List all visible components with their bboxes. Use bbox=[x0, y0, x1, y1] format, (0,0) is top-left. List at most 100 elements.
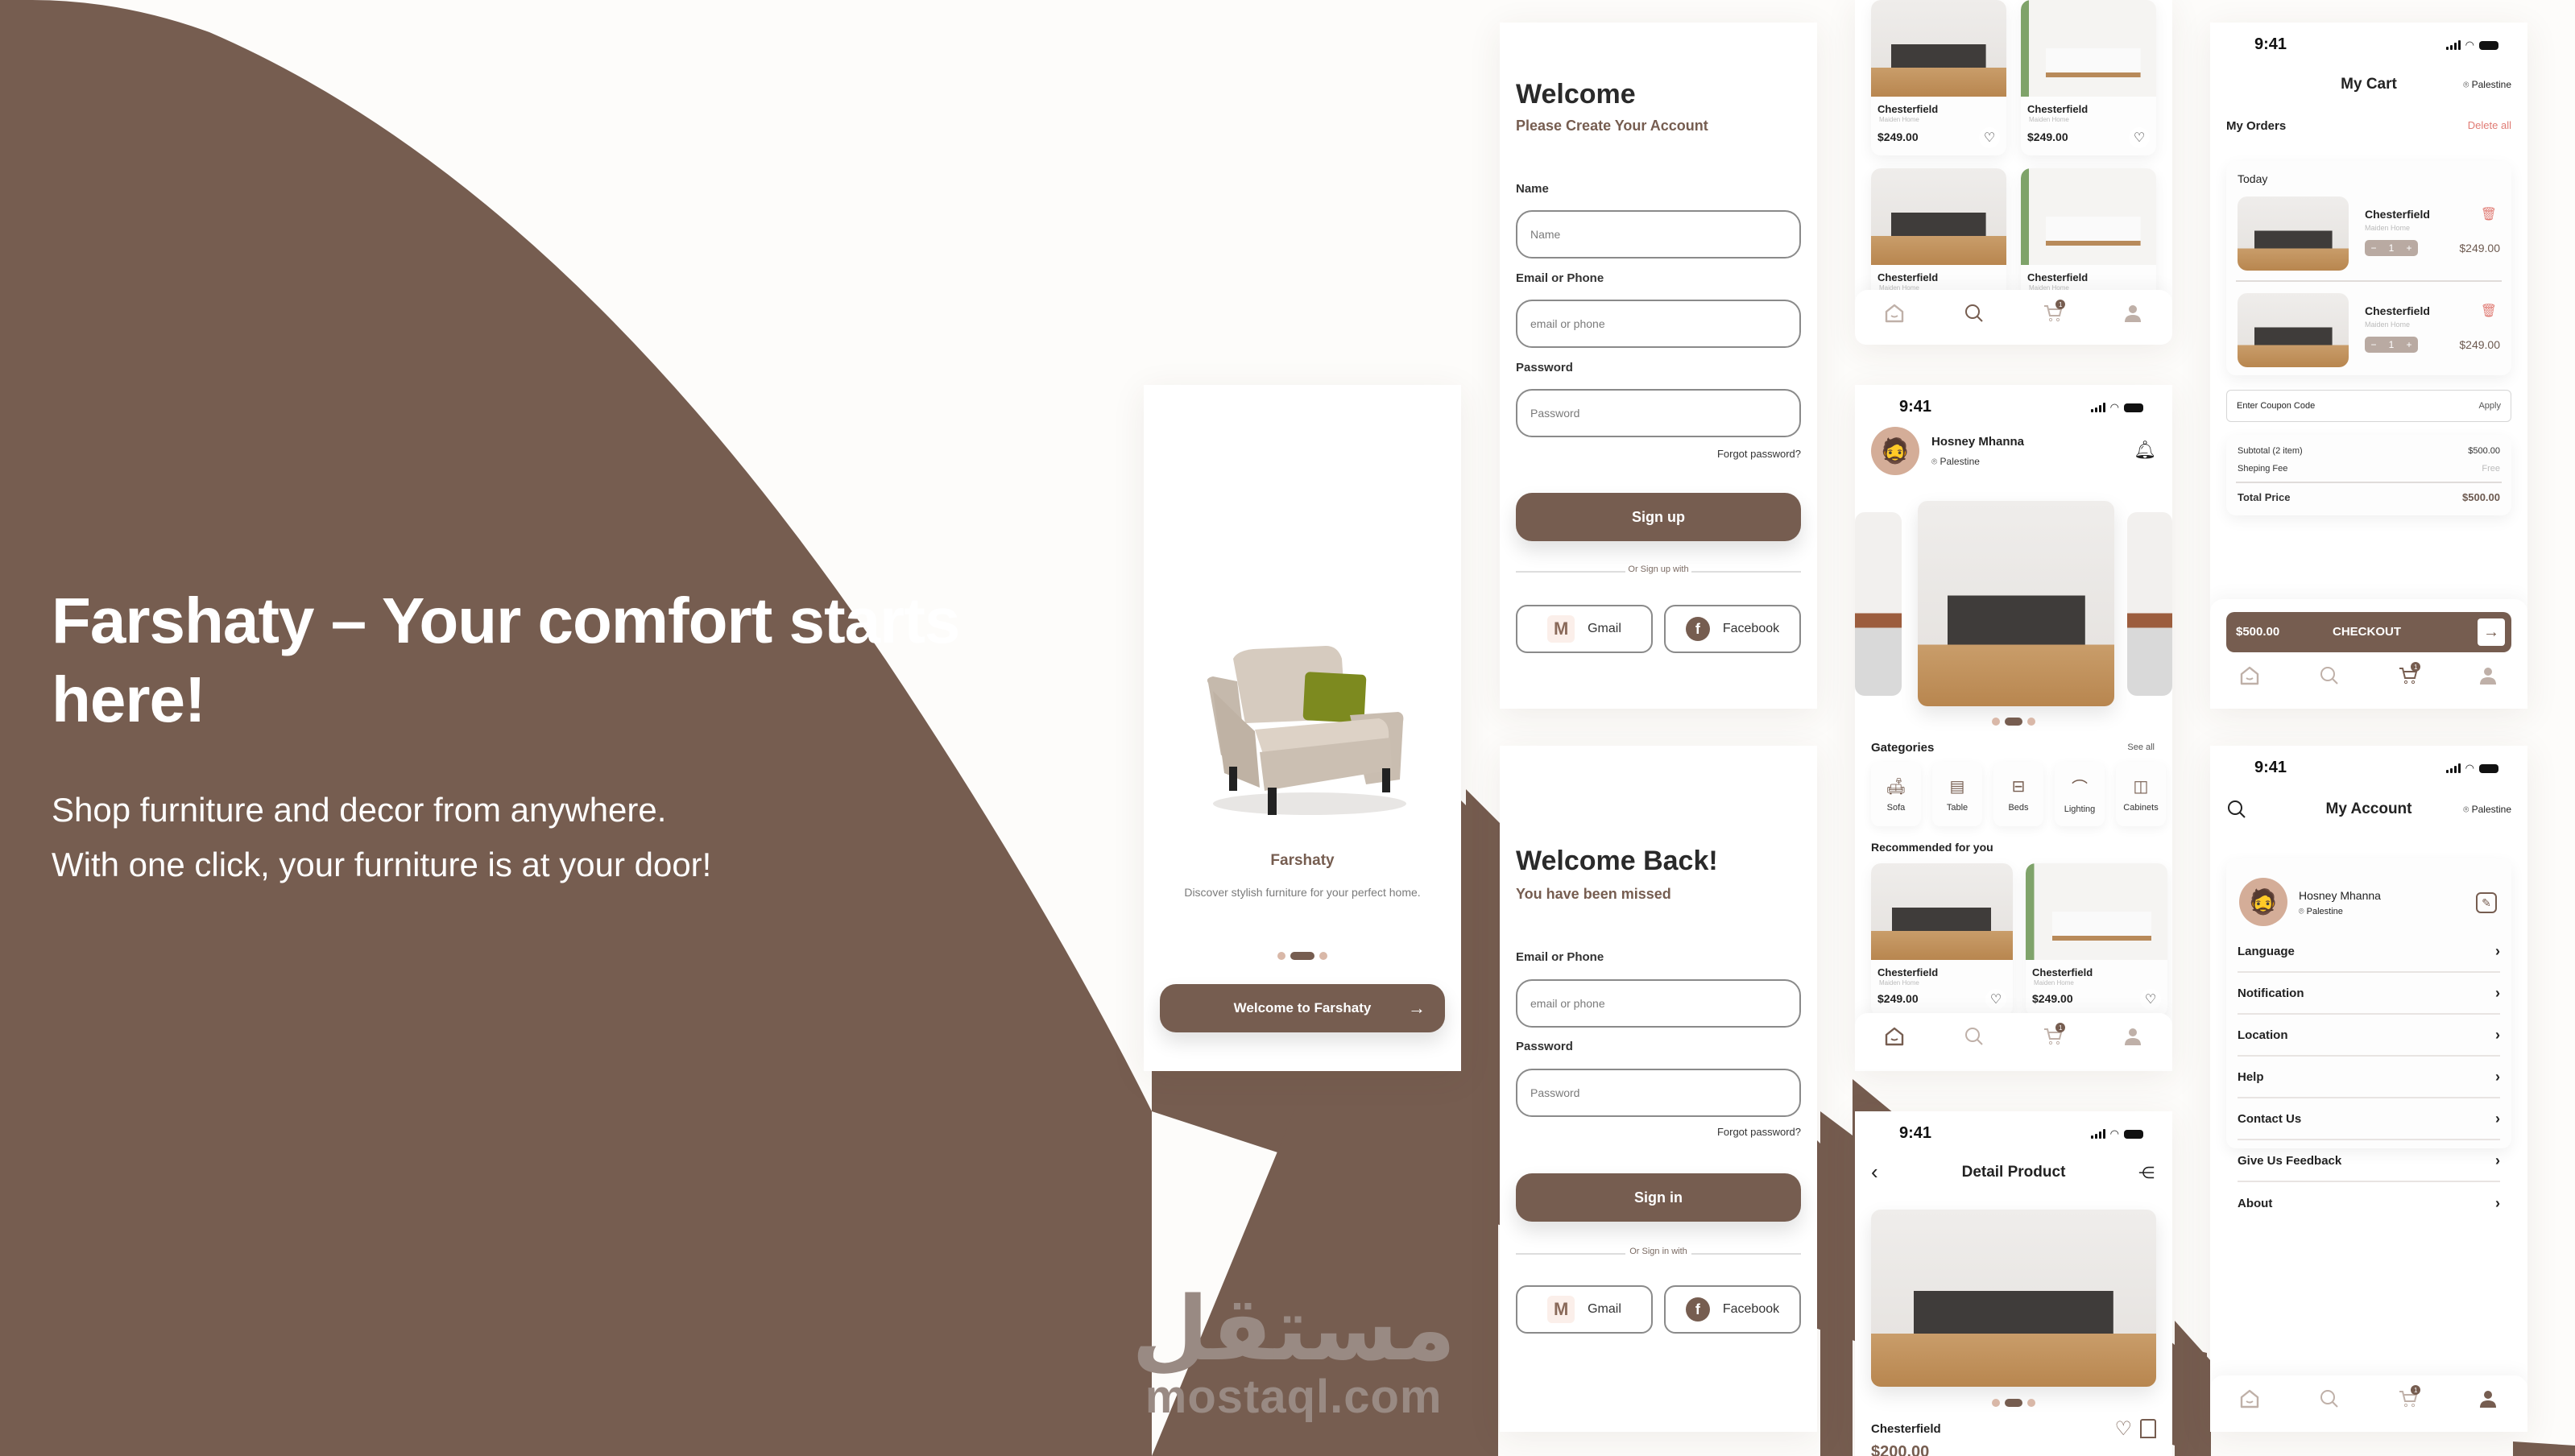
avatar[interactable]: 🧔 bbox=[1871, 427, 1919, 475]
signin-title: Welcome Back! bbox=[1516, 846, 1718, 876]
email-label: Email or Phone bbox=[1516, 271, 1604, 285]
gmail-icon: M bbox=[1547, 615, 1575, 643]
cart-icon[interactable]: 1 bbox=[2041, 1023, 2066, 1049]
menu-about[interactable]: About › bbox=[2238, 1182, 2500, 1224]
see-all-link[interactable]: See all bbox=[2127, 742, 2155, 752]
avatar[interactable]: 🧔 bbox=[2239, 878, 2287, 926]
product-image-bed bbox=[2021, 0, 2156, 97]
trash-icon[interactable]: 🗑︎ bbox=[2481, 206, 2497, 222]
heart-icon[interactable]: ♡ bbox=[2114, 1417, 2132, 1441]
product-card[interactable]: Chesterfield Maiden Home $249.00 ♡ bbox=[1871, 0, 2006, 155]
menu-feedback[interactable]: Give Us Feedback › bbox=[2238, 1140, 2500, 1182]
menu-language[interactable]: Language › bbox=[2238, 931, 2500, 973]
bookmark-icon[interactable] bbox=[2140, 1419, 2156, 1438]
category-table[interactable]: ▤ Table bbox=[1932, 762, 1982, 826]
product-image-bed bbox=[2026, 863, 2167, 960]
home-icon[interactable] bbox=[1882, 1024, 1906, 1049]
facebook-button[interactable]: f Facebook bbox=[1664, 1285, 1801, 1334]
email-input[interactable]: email or phone bbox=[1516, 979, 1801, 1028]
home-icon[interactable] bbox=[1882, 301, 1906, 325]
menu-label: Notification bbox=[2238, 986, 2304, 1000]
carousel-dot[interactable] bbox=[1992, 718, 2000, 726]
profile-icon[interactable] bbox=[2121, 1024, 2145, 1049]
location-pin-icon: ⌾ bbox=[2299, 907, 2307, 916]
carousel-dot[interactable] bbox=[1277, 952, 1285, 960]
coupon-input[interactable]: Enter Coupon Code Apply bbox=[2226, 390, 2511, 422]
cart-icon[interactable]: 1 bbox=[2396, 662, 2421, 688]
quantity-stepper[interactable]: −1 + bbox=[2365, 240, 2418, 256]
cart-icon[interactable]: 1 bbox=[2041, 300, 2066, 325]
product-name: Chesterfield bbox=[1877, 103, 1939, 115]
email-input[interactable]: email or phone bbox=[1516, 300, 1801, 348]
plus-icon[interactable]: + bbox=[2406, 242, 2411, 254]
heart-icon[interactable]: ♡ bbox=[1985, 989, 2006, 1010]
wifi-icon: ◠ bbox=[2109, 1127, 2119, 1140]
profile-icon[interactable] bbox=[2476, 1387, 2500, 1411]
checkout-button[interactable]: $500.00 CHECKOUT → bbox=[2226, 612, 2511, 652]
orders-card: Today Chesterfield Maiden Home −1 + $249.… bbox=[2226, 161, 2511, 375]
product-card[interactable]: Chesterfield Maiden Home $249.00 ♡ bbox=[2026, 863, 2167, 1016]
category-sofa[interactable]: 🛋︎ Sofa bbox=[1871, 762, 1921, 826]
search-icon[interactable] bbox=[2317, 1387, 2341, 1411]
splash-tagline: Discover stylish furniture for your perf… bbox=[1184, 886, 1421, 899]
plus-icon[interactable]: + bbox=[2406, 339, 2411, 350]
profile-icon[interactable] bbox=[2476, 664, 2500, 688]
carousel-main-image[interactable] bbox=[1918, 501, 2114, 706]
menu-location[interactable]: Location › bbox=[2238, 1015, 2500, 1057]
forgot-password-link[interactable]: Forgot password? bbox=[1717, 448, 1801, 460]
account-location[interactable]: ⌾ Palestine bbox=[2463, 804, 2511, 816]
menu-help[interactable]: Help › bbox=[2238, 1057, 2500, 1098]
carousel-dot[interactable] bbox=[2027, 718, 2035, 726]
watermark-logo: مستقل mostaql.com bbox=[1132, 1284, 1455, 1421]
cart-icon[interactable]: 1 bbox=[2396, 1385, 2421, 1411]
category-beds[interactable]: ⊟ Beds bbox=[1993, 762, 2043, 826]
category-cabinets[interactable]: ◫ Cabinets bbox=[2116, 762, 2166, 826]
minus-icon[interactable]: − bbox=[2371, 339, 2377, 350]
trash-icon[interactable]: 🗑︎ bbox=[2481, 303, 2497, 319]
gmail-button[interactable]: M Gmail bbox=[1516, 1285, 1653, 1334]
heart-icon[interactable]: ♡ bbox=[2129, 127, 2150, 148]
search-icon[interactable] bbox=[1962, 1024, 1986, 1049]
delete-all-link[interactable]: Delete all bbox=[2468, 119, 2511, 131]
carousel-dot-active[interactable] bbox=[1290, 952, 1314, 960]
apply-button[interactable]: Apply bbox=[2478, 401, 2501, 411]
menu-notification[interactable]: Notification › bbox=[2238, 973, 2500, 1015]
carousel-dot[interactable] bbox=[1992, 1399, 2000, 1407]
menu-label: Contact Us bbox=[2238, 1111, 2302, 1126]
category-lighting[interactable]: ⌒ Lighting bbox=[2055, 762, 2105, 826]
heart-icon[interactable]: ♡ bbox=[1979, 127, 2000, 148]
home-icon[interactable] bbox=[2238, 664, 2262, 688]
menu-contact-us[interactable]: Contact Us › bbox=[2238, 1098, 2500, 1140]
heart-icon[interactable]: ♡ bbox=[2140, 989, 2161, 1010]
carousel-dot[interactable] bbox=[1319, 952, 1327, 960]
forgot-password-link[interactable]: Forgot password? bbox=[1717, 1126, 1801, 1138]
notification-bell-icon[interactable]: 🔔︎ bbox=[2134, 440, 2156, 461]
search-icon[interactable] bbox=[2317, 664, 2341, 688]
carousel-dot[interactable] bbox=[2027, 1399, 2035, 1407]
search-icon[interactable] bbox=[1962, 301, 1986, 325]
password-input[interactable]: Password bbox=[1516, 389, 1801, 437]
product-card[interactable]: Chesterfield Maiden Home $249.00 ♡ bbox=[2021, 0, 2156, 155]
shipping-value: Free bbox=[2482, 464, 2500, 474]
share-icon[interactable]: ⋲ bbox=[2138, 1163, 2155, 1183]
carousel-dot-active[interactable] bbox=[2005, 718, 2022, 726]
cart-location[interactable]: ⌾ Palestine bbox=[2463, 79, 2511, 91]
profile-icon[interactable] bbox=[2121, 301, 2145, 325]
minus-icon[interactable]: − bbox=[2371, 242, 2377, 254]
product-card[interactable]: Chesterfield Maiden Home $249.00 ♡ bbox=[1871, 863, 2013, 1016]
signup-button[interactable]: Sign up bbox=[1516, 493, 1801, 541]
gmail-button[interactable]: M Gmail bbox=[1516, 605, 1653, 653]
armchair-image bbox=[1207, 646, 1406, 815]
quantity-stepper[interactable]: −1 + bbox=[2365, 337, 2418, 353]
carousel-dot-active[interactable] bbox=[2005, 1399, 2022, 1407]
facebook-button[interactable]: f Facebook bbox=[1664, 605, 1801, 653]
watermark-latin: mostaql.com bbox=[1145, 1371, 1443, 1423]
home-icon[interactable] bbox=[2238, 1387, 2262, 1411]
edit-icon[interactable]: ✎ bbox=[2476, 892, 2497, 913]
password-input[interactable]: Password bbox=[1516, 1069, 1801, 1117]
product-price: $249.00 bbox=[1877, 992, 1919, 1005]
signin-button[interactable]: Sign in bbox=[1516, 1173, 1801, 1222]
name-input[interactable]: Name bbox=[1516, 210, 1801, 259]
welcome-button[interactable]: Welcome to Farshaty → bbox=[1160, 984, 1445, 1032]
menu-label: Location bbox=[2238, 1028, 2288, 1042]
